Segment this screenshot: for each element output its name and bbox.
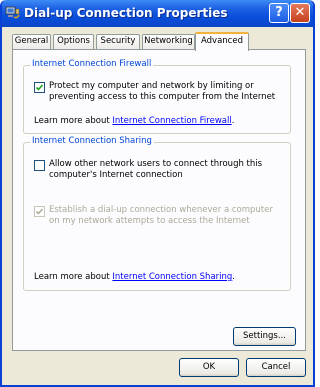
firewall-learn-more: Learn more about Internet Connection Fir…	[34, 116, 234, 126]
learn-more-suffix: .	[231, 116, 235, 126]
checkmark-icon	[35, 84, 44, 91]
window-title: Dial-up Connection Properties	[24, 6, 228, 20]
tab-security[interactable]: Security	[96, 34, 140, 49]
help-button[interactable]: ?	[269, 3, 289, 23]
firewall-group: Internet Connection Firewall Protect my …	[23, 59, 291, 134]
firewall-group-title: Internet Connection Firewall	[30, 59, 154, 69]
learn-more-suffix: .	[232, 272, 235, 282]
allow-sharing-checkbox[interactable]	[34, 160, 45, 171]
cancel-button[interactable]: Cancel	[246, 358, 306, 377]
dialup-on-demand-label[interactable]: Establish a dial-up connection whenever …	[49, 205, 277, 227]
tab-networking[interactable]: Networking	[142, 34, 195, 49]
tab-advanced[interactable]: Advanced	[195, 32, 249, 51]
tab-options[interactable]: Options	[53, 34, 94, 49]
allow-sharing-label[interactable]: Allow other network users to connect thr…	[49, 159, 277, 181]
tab-general[interactable]: General	[12, 34, 51, 49]
dialup-connection-icon	[5, 6, 20, 20]
sharing-learn-more: Learn more about Internet Connection Sha…	[34, 272, 235, 282]
advanced-tab-panel: Internet Connection Firewall Protect my …	[12, 49, 306, 351]
learn-more-prefix: Learn more about	[34, 116, 113, 126]
settings-button[interactable]: Settings...	[233, 327, 296, 346]
firewall-checkbox-label[interactable]: Protect my computer and network by limit…	[49, 81, 277, 103]
sharing-help-link[interactable]: Internet Connection Sharing	[112, 272, 232, 282]
firewall-help-link[interactable]: Internet Connection Firewall	[112, 116, 231, 126]
dialog-window: Dial-up Connection Properties ? ✕ Genera…	[0, 0, 315, 387]
learn-more-prefix: Learn more about	[34, 272, 113, 282]
checkmark-icon	[35, 208, 44, 215]
firewall-checkbox[interactable]	[34, 82, 45, 93]
dialup-on-demand-checkbox[interactable]	[34, 206, 45, 217]
sharing-group: Internet Connection Sharing Allow other …	[23, 136, 291, 291]
close-button[interactable]: ✕	[290, 3, 310, 23]
ok-button[interactable]: OK	[179, 358, 239, 377]
title-bar[interactable]: Dial-up Connection Properties ? ✕	[2, 0, 313, 27]
sharing-group-title: Internet Connection Sharing	[30, 136, 154, 146]
